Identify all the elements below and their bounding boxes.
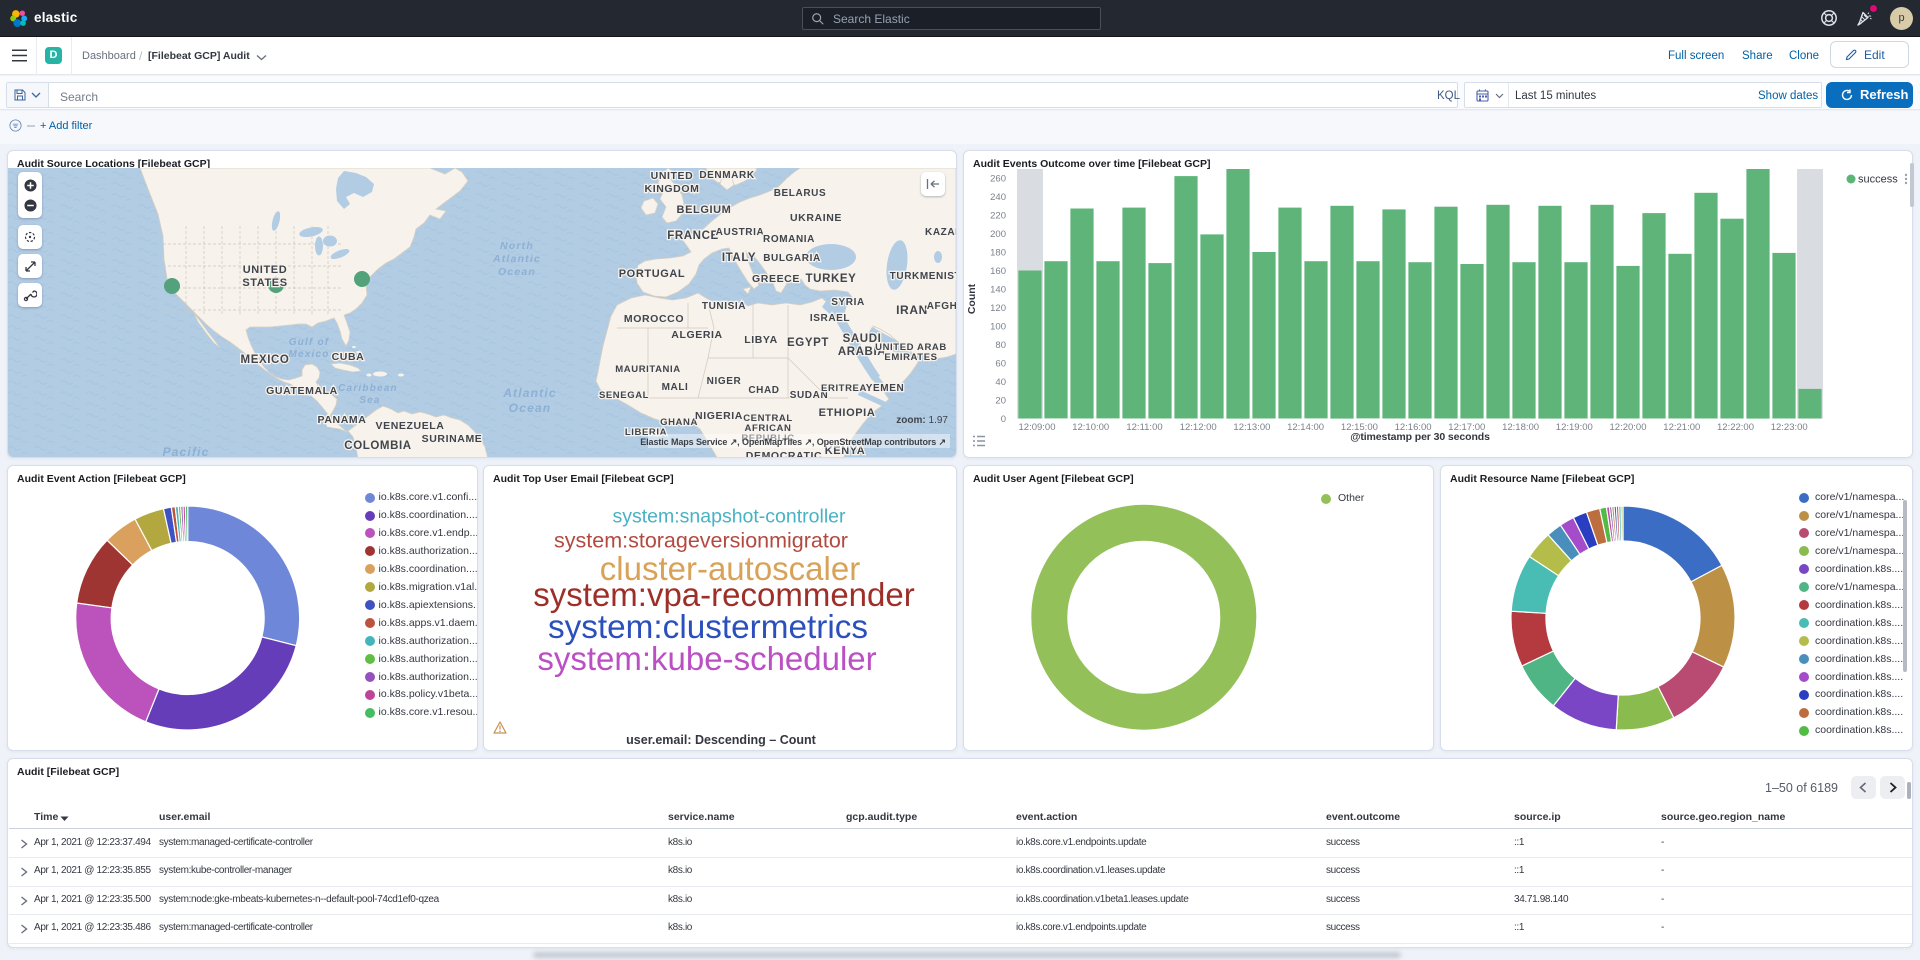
svg-text:12:14:00: 12:14:00 (1287, 422, 1324, 433)
svg-text:KAZAK: KAZAK (925, 227, 956, 238)
svg-text:220: 220 (990, 211, 1006, 222)
svg-text:DEMOCRATIC: DEMOCRATIC (746, 450, 822, 458)
svg-text:UNITED: UNITED (651, 170, 694, 182)
svg-text:PANAMA: PANAMA (318, 414, 367, 426)
svg-text:success: success (1858, 174, 1898, 186)
svg-text:NIGER: NIGER (707, 376, 742, 387)
svg-text:12:21:00: 12:21:00 (1663, 422, 1700, 433)
svg-text:BULGARIA: BULGARIA (763, 253, 821, 264)
svg-text:ROMANIA: ROMANIA (763, 234, 815, 245)
svg-text:12:23:00: 12:23:00 (1771, 422, 1808, 433)
svg-text:Caribbean: Caribbean (338, 383, 398, 394)
svg-text:12:12:00: 12:12:00 (1180, 422, 1217, 433)
svg-text:Mexico: Mexico (288, 349, 329, 360)
svg-text:SYRIA: SYRIA (831, 297, 865, 308)
svg-text:ALGERIA: ALGERIA (671, 329, 722, 341)
svg-text:KINGDOM: KINGDOM (645, 183, 700, 195)
svg-text:GUATEMALA: GUATEMALA (266, 385, 338, 397)
svg-text:240: 240 (990, 192, 1006, 203)
svg-text:UNITED: UNITED (243, 264, 288, 276)
svg-text:BELARUS: BELARUS (774, 188, 827, 199)
svg-text:SURINAME: SURINAME (422, 433, 483, 445)
svg-text:12:11:00: 12:11:00 (1126, 422, 1162, 433)
svg-text:UKRAINE: UKRAINE (790, 212, 842, 224)
svg-text:160: 160 (990, 266, 1006, 277)
svg-text:LIBYA: LIBYA (744, 334, 778, 346)
svg-text:PORTUGAL: PORTUGAL (619, 268, 686, 280)
svg-text:Ocean: Ocean (509, 401, 552, 415)
svg-text:60: 60 (995, 359, 1006, 370)
svg-text:AUSTRIA: AUSTRIA (716, 227, 765, 238)
svg-text:12:09:00: 12:09:00 (1019, 422, 1056, 433)
svg-text:0: 0 (1001, 414, 1006, 425)
svg-text:zoom: 1.97: zoom: 1.97 (896, 415, 948, 426)
svg-text:TUNISIA: TUNISIA (702, 301, 746, 312)
svg-text:Gulf of: Gulf of (289, 337, 330, 348)
svg-text:Sea: Sea (359, 395, 380, 406)
svg-text:COLOMBIA: COLOMBIA (344, 440, 411, 452)
svg-text:EGYPT: EGYPT (787, 337, 829, 349)
svg-text:Pacific: Pacific (162, 445, 209, 458)
svg-text:IRAN: IRAN (896, 303, 928, 317)
svg-text:NIGERIA: NIGERIA (695, 410, 743, 422)
svg-text:BELGIUM: BELGIUM (677, 204, 732, 216)
svg-text:Atlantic: Atlantic (492, 253, 541, 265)
svg-text:Atlantic: Atlantic (502, 386, 557, 400)
svg-text:STATES: STATES (242, 277, 287, 289)
svg-text:140: 140 (990, 285, 1006, 296)
svg-text:180: 180 (990, 248, 1006, 259)
svg-text:YEMEN: YEMEN (866, 383, 905, 394)
svg-text:@timestamp per 30 seconds: @timestamp per 30 seconds (1350, 431, 1490, 443)
svg-text:EMIRATES: EMIRATES (884, 352, 937, 363)
svg-text:12:19:00: 12:19:00 (1556, 422, 1593, 433)
svg-text:TURKEY: TURKEY (806, 273, 857, 285)
svg-text:80: 80 (995, 340, 1006, 351)
svg-text:FRANCE: FRANCE (667, 230, 719, 242)
svg-text:20: 20 (995, 396, 1006, 407)
svg-text:CHAD: CHAD (748, 385, 779, 396)
svg-text:ITALY: ITALY (722, 252, 756, 264)
svg-text:DENMARK: DENMARK (699, 170, 754, 181)
svg-text:260: 260 (990, 174, 1006, 185)
svg-text:MAURITANIA: MAURITANIA (615, 364, 680, 375)
svg-text:200: 200 (990, 229, 1006, 240)
svg-text:MALI: MALI (662, 382, 689, 393)
svg-text:120: 120 (990, 303, 1006, 314)
svg-text:CUBA: CUBA (332, 351, 365, 363)
svg-text:ERITREA: ERITREA (821, 383, 867, 394)
svg-text:ETHIOPIA: ETHIOPIA (819, 407, 876, 419)
svg-text:AFGHA: AFGHA (927, 301, 956, 312)
svg-text:12:13:00: 12:13:00 (1233, 422, 1270, 433)
svg-text:12:10:00: 12:10:00 (1072, 422, 1109, 433)
svg-text:MOROCCO: MOROCCO (624, 313, 684, 325)
svg-text:VENEZUELA: VENEZUELA (376, 420, 445, 432)
svg-text:100: 100 (990, 322, 1006, 333)
svg-text:Count: Count (966, 283, 978, 314)
svg-text:ISRAEL: ISRAEL (810, 313, 850, 324)
svg-text:12:22:00: 12:22:00 (1717, 422, 1754, 433)
svg-text:GREECE: GREECE (752, 273, 800, 285)
svg-text:MEXICO: MEXICO (241, 354, 290, 366)
svg-text:12:20:00: 12:20:00 (1610, 422, 1647, 433)
svg-text:Elastic Maps Service ↗, OpenMa: Elastic Maps Service ↗, OpenMapTiles ↗, … (640, 437, 946, 447)
svg-text:TURKMENISTA: TURKMENISTA (890, 271, 956, 282)
svg-text:40: 40 (995, 377, 1006, 388)
svg-text:12:18:00: 12:18:00 (1502, 422, 1539, 433)
svg-text:North: North (500, 240, 534, 252)
svg-text:SENEGAL: SENEGAL (599, 390, 649, 401)
svg-text:Ocean: Ocean (498, 266, 536, 278)
